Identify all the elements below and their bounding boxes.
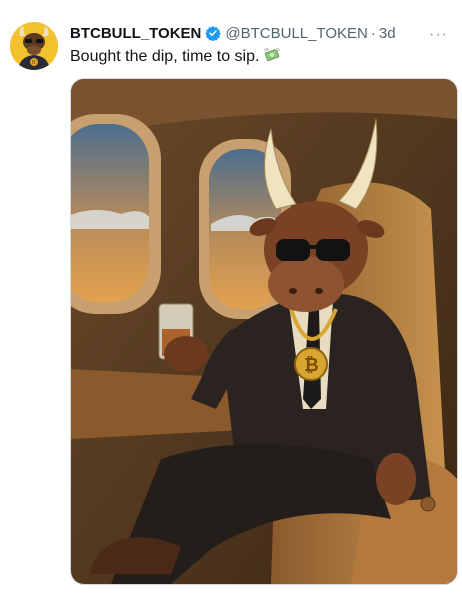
header-separator: ·	[370, 24, 376, 42]
tweet-body: BTCBULL_TOKEN @BTCBULL_TOKEN · 3d ··· Bo…	[70, 10, 458, 600]
svg-text:B: B	[32, 60, 36, 66]
bull-avatar-image: B	[10, 22, 58, 70]
tweet-text: Bought the dip, time to sip.	[70, 46, 450, 68]
verified-badge-icon	[205, 25, 222, 42]
tweet-text-content: Bought the dip, time to sip.	[70, 48, 260, 65]
more-options-icon[interactable]: ···	[429, 26, 448, 44]
timestamp[interactable]: 3d	[379, 25, 396, 42]
money-with-wings-icon	[262, 46, 282, 64]
display-name[interactable]: BTCBULL_TOKEN	[70, 25, 201, 42]
user-handle[interactable]: @BTCBULL_TOKEN	[225, 25, 368, 42]
avatar-column: B	[10, 10, 60, 600]
svg-text:₿: ₿	[304, 355, 319, 376]
bull-on-private-jet-illustration: ₿	[71, 79, 457, 584]
tweet-header: BTCBULL_TOKEN @BTCBULL_TOKEN · 3d	[70, 22, 450, 44]
tweet-media-image[interactable]: ₿	[70, 78, 458, 585]
tweet[interactable]: B BTCBULL_TOKEN @BTCBULL_TOKEN · 3d ··· …	[0, 0, 462, 600]
avatar[interactable]: B	[10, 22, 58, 70]
